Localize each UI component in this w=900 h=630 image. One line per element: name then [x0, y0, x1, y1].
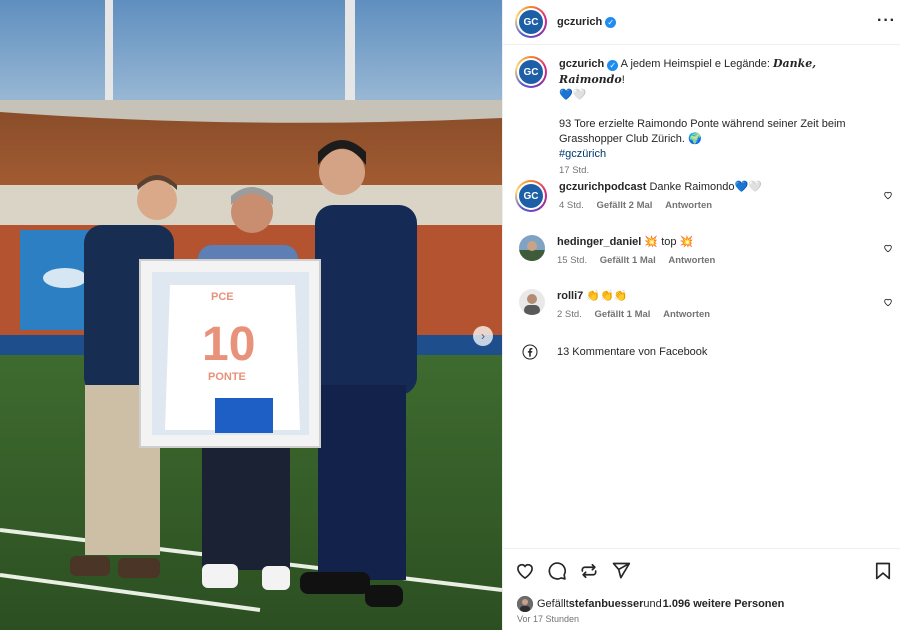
comment-item: hedinger_daniel 💥 top 💥 15 Std. Gefällt …: [515, 235, 895, 266]
reply-button[interactable]: Antworten: [665, 200, 712, 211]
likes-count[interactable]: 1.096 weitere Personen: [663, 598, 785, 610]
author-username[interactable]: gczurich: [557, 16, 602, 28]
commenter-avatar[interactable]: [519, 289, 545, 315]
like-comment-heart-icon[interactable]: [883, 243, 893, 253]
reply-button[interactable]: Antworten: [668, 255, 715, 266]
author-avatar[interactable]: GC: [515, 6, 547, 38]
like-comment-heart-icon[interactable]: [883, 297, 893, 307]
commenter-username[interactable]: hedinger_daniel: [557, 236, 641, 248]
comment-item: rolli7 👏👏👏 2 Std. Gefällt 1 Mal Antworte…: [515, 289, 895, 320]
comment-likes[interactable]: Gefällt 1 Mal: [594, 309, 650, 320]
comments-list[interactable]: GC gczurich ✓ A jedem Heimspiel e Legände…: [503, 46, 900, 546]
comment-likes[interactable]: Gefällt 2 Mal: [596, 200, 652, 211]
caption: GC gczurich ✓ A jedem Heimspiel e Legände…: [515, 56, 895, 176]
commenter-username[interactable]: gczurichpodcast: [559, 181, 646, 193]
jersey-sponsor: PCE: [211, 291, 234, 303]
share-send-icon[interactable]: [611, 561, 631, 581]
reply-button[interactable]: Antworten: [663, 309, 710, 320]
facebook-comments-link[interactable]: 13 Kommentare von Facebook: [517, 339, 707, 365]
liker-avatar[interactable]: [517, 596, 533, 612]
like-heart-icon[interactable]: [515, 561, 535, 581]
comment-bubble-icon[interactable]: [547, 561, 567, 581]
likes-summary[interactable]: Gefällt stefanbuesser und 1.096 weitere …: [517, 596, 784, 612]
next-image-button[interactable]: ›: [473, 326, 493, 346]
verified-badge-icon: ✓: [607, 60, 619, 71]
hearts-emoji: 💙🤍: [559, 89, 587, 101]
more-options-icon[interactable]: ···: [877, 12, 896, 30]
commenter-avatar[interactable]: GC: [515, 180, 547, 212]
post-header: GC gczurich ✓ ···: [503, 0, 900, 45]
verified-badge-icon: ✓: [605, 16, 617, 28]
jersey-name: PONTE: [208, 371, 246, 383]
liker-username[interactable]: stefanbuesser: [569, 598, 644, 610]
post-image[interactable]: PCE 10 PONTE ›: [0, 0, 502, 630]
post-time[interactable]: Vor 17 Stunden: [517, 614, 579, 624]
post-panel: GC gczurich ✓ ··· GC gczurich ✓ A jedem H…: [502, 0, 900, 630]
commenter-username[interactable]: rolli7: [557, 290, 583, 302]
post-footer: Gefällt stefanbuesser und 1.096 weitere …: [503, 548, 900, 630]
caption-username[interactable]: gczurich: [559, 58, 604, 70]
globe-emoji: 🌍: [688, 133, 702, 145]
chevron-right-icon: ›: [481, 329, 485, 343]
like-comment-heart-icon[interactable]: [883, 190, 893, 200]
comment-likes[interactable]: Gefällt 1 Mal: [600, 255, 656, 266]
comment-item: GC gczurichpodcast Danke Raimondo💙🤍 4 St…: [515, 180, 895, 212]
jersey-number: 10: [202, 318, 255, 371]
repost-icon[interactable]: [579, 561, 599, 581]
stadium-photo: PCE 10 PONTE: [0, 0, 502, 630]
facebook-icon: [517, 339, 543, 365]
caption-time[interactable]: 17 Std.: [559, 165, 589, 176]
bookmark-icon[interactable]: [873, 561, 893, 581]
hashtag-link[interactable]: #gczürich: [559, 148, 606, 160]
caption-avatar[interactable]: GC: [515, 56, 547, 88]
commenter-avatar[interactable]: [519, 235, 545, 261]
